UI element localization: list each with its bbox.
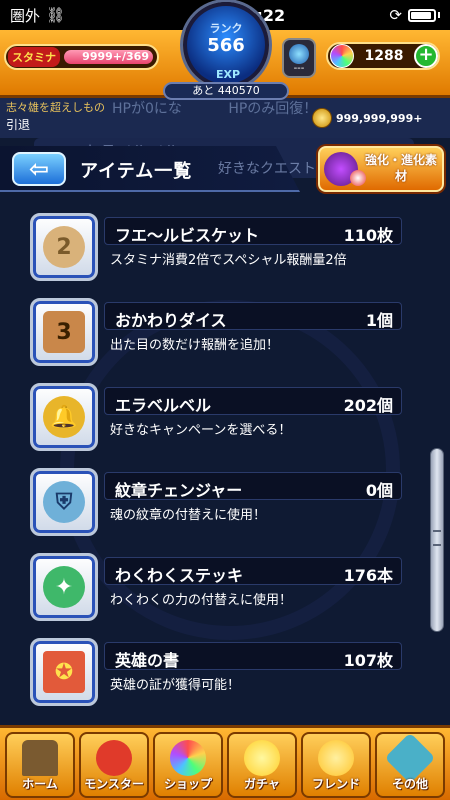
rank-label: ランク	[209, 22, 243, 35]
dice-icon: 3	[43, 311, 85, 353]
item-description: スタミナ消費2倍でスペシャル報酬量2倍	[110, 253, 347, 268]
stamina-label: スタミナ	[8, 47, 60, 67]
item-name-box: おかわりダイス 1個	[104, 302, 402, 330]
gem-icon	[289, 44, 309, 64]
item-description: 好きなキャンペーンを選べる！	[110, 423, 292, 438]
evolve-materials-label: 強化・進化素材	[364, 153, 437, 183]
orb-icon	[330, 44, 354, 68]
item-count: 107枚	[343, 651, 393, 670]
biscuit-icon: 2	[43, 226, 85, 268]
stamina-gauge: スタミナ 9999+/369	[4, 44, 159, 70]
item-name-box: エラベルベル 202個	[104, 387, 402, 415]
battery-tip	[438, 12, 440, 18]
ghost-subtitle: 好きなクエスト	[218, 161, 316, 177]
coin-icon	[312, 108, 332, 128]
item-name: 紋章チェンジャー	[115, 481, 243, 500]
monster-icon	[96, 740, 132, 776]
nav-friend-button[interactable]: フレンド	[301, 732, 371, 798]
item-count: 202個	[343, 396, 393, 415]
stamina-max: /369	[122, 50, 149, 63]
shop-orb-icon	[170, 740, 206, 776]
list-item[interactable]: ⛨ 紋章チェンジャー 0個 魂の紋章の付替えに使用！	[0, 460, 450, 544]
info-strip: 志々雄を超えしもの 引退 HPが0にな HPのみ回復！ 999,999,999+	[0, 98, 450, 138]
coin-amount: 999,999,999+	[336, 111, 423, 125]
home-icon	[22, 740, 58, 776]
rank-value: 566	[207, 35, 245, 56]
item-icon-frame: 3	[30, 298, 98, 366]
item-description: 魂の紋章の付替えに使用！	[110, 508, 267, 523]
item-count: 1個	[365, 311, 393, 330]
item-icon-frame: ⛨	[30, 468, 98, 536]
gem-placeholder: ---	[293, 63, 305, 74]
stamina-bar: 9999+/369	[64, 50, 153, 64]
exp-remaining: あと 440570	[163, 82, 289, 100]
item-name-box: 英雄の書 107枚	[104, 642, 402, 670]
item-description: 英雄の証が獲得可能！	[110, 678, 241, 693]
list-item[interactable]: ✪ 英雄の書 107枚 英雄の証が獲得可能！	[0, 630, 450, 714]
item-name-box: フエ〜ルビスケット 110枚	[104, 217, 402, 245]
emblem-changer-icon: ⛨	[43, 481, 85, 523]
back-button[interactable]: ⇦	[12, 152, 66, 186]
item-description: 出た目の数だけ報酬を追加！	[110, 338, 280, 353]
nav-label: フレンド	[311, 777, 360, 791]
list-item[interactable]: 🔔 エラベルベル 202個 好きなキャンペーンを選べる！	[0, 375, 450, 459]
item-name: エラベルベル	[115, 396, 212, 415]
carrier-label: 圏外	[10, 6, 41, 25]
wand-icon: ✦	[43, 566, 85, 608]
item-name-box: わくわくステッキ 176本	[104, 557, 402, 585]
add-orb-button[interactable]: +	[414, 44, 438, 68]
item-name: 英雄の書	[115, 651, 180, 670]
player-title: 志々雄を超えしもの	[6, 101, 105, 114]
scrollbar-grip	[433, 530, 441, 546]
bell-icon: 🔔	[43, 396, 85, 438]
status-right: ⟳	[389, 6, 440, 24]
nav-other-button[interactable]: その他	[375, 732, 445, 798]
item-count: 176本	[343, 566, 393, 585]
battery-icon	[408, 8, 436, 22]
nav-label: その他	[391, 777, 428, 791]
item-count: 110枚	[343, 226, 393, 245]
nav-label: モンスター	[84, 777, 144, 791]
page-title: アイテム一覧	[80, 161, 193, 182]
item-icon-frame: ✦	[30, 553, 98, 621]
link-icon: ⛓	[46, 6, 66, 24]
back-arrow-icon: ⇦	[28, 155, 50, 183]
item-name: フエ〜ルビスケット	[115, 226, 260, 245]
item-icon-frame: ✪	[30, 638, 98, 706]
player-status: 引退	[6, 118, 31, 132]
exp-label: EXP	[215, 68, 241, 81]
item-icon-frame: 🔔	[30, 383, 98, 451]
ghost-notice-text: HPが0にな HPのみ回復！	[112, 101, 318, 117]
friend-icon	[318, 740, 354, 776]
nav-monster-button[interactable]: モンスター	[79, 732, 149, 798]
status-left: 圏外 ⛓	[10, 5, 170, 26]
bottom-nav: ホーム モンスター ショップ ガチャ フレンド その他	[0, 725, 450, 800]
list-item[interactable]: ✦ わくわくステッキ 176本 わくわくの力の付替えに使用！	[0, 545, 450, 629]
nav-label: ガチャ	[244, 777, 280, 791]
orb-counter: 1288 +	[326, 42, 440, 70]
nav-home-button[interactable]: ホーム	[5, 732, 75, 798]
nav-gacha-button[interactable]: ガチャ	[227, 732, 297, 798]
orb-count: 1288	[364, 48, 404, 64]
coin-counter: 999,999,999+	[312, 108, 422, 128]
hero-book-icon: ✪	[43, 651, 85, 693]
list-item[interactable]: 3 おかわりダイス 1個 出た目の数だけ報酬を追加！	[0, 290, 450, 374]
item-icon-frame: 2	[30, 213, 98, 281]
nav-shop-button[interactable]: ショップ	[153, 732, 223, 798]
item-description: わくわくの力の付替えに使用！	[110, 593, 293, 608]
stamina-current: 9999+	[82, 50, 123, 63]
gem-slot-button[interactable]: ---	[282, 38, 316, 78]
item-name: おかわりダイス	[115, 311, 227, 330]
item-count: 0個	[365, 481, 393, 500]
nav-label: ショップ	[163, 777, 212, 791]
gacha-icon	[244, 740, 280, 776]
rotation-lock-icon: ⟳	[389, 6, 402, 24]
nav-label: ホーム	[22, 777, 58, 791]
item-name: わくわくステッキ	[115, 566, 244, 585]
list-item[interactable]: 2 フエ〜ルビスケット 110枚 スタミナ消費2倍でスペシャル報酬量2倍	[0, 205, 450, 289]
evolve-materials-button[interactable]: 強化・進化素材	[318, 146, 444, 192]
item-name-box: 紋章チェンジャー 0個	[104, 472, 402, 500]
